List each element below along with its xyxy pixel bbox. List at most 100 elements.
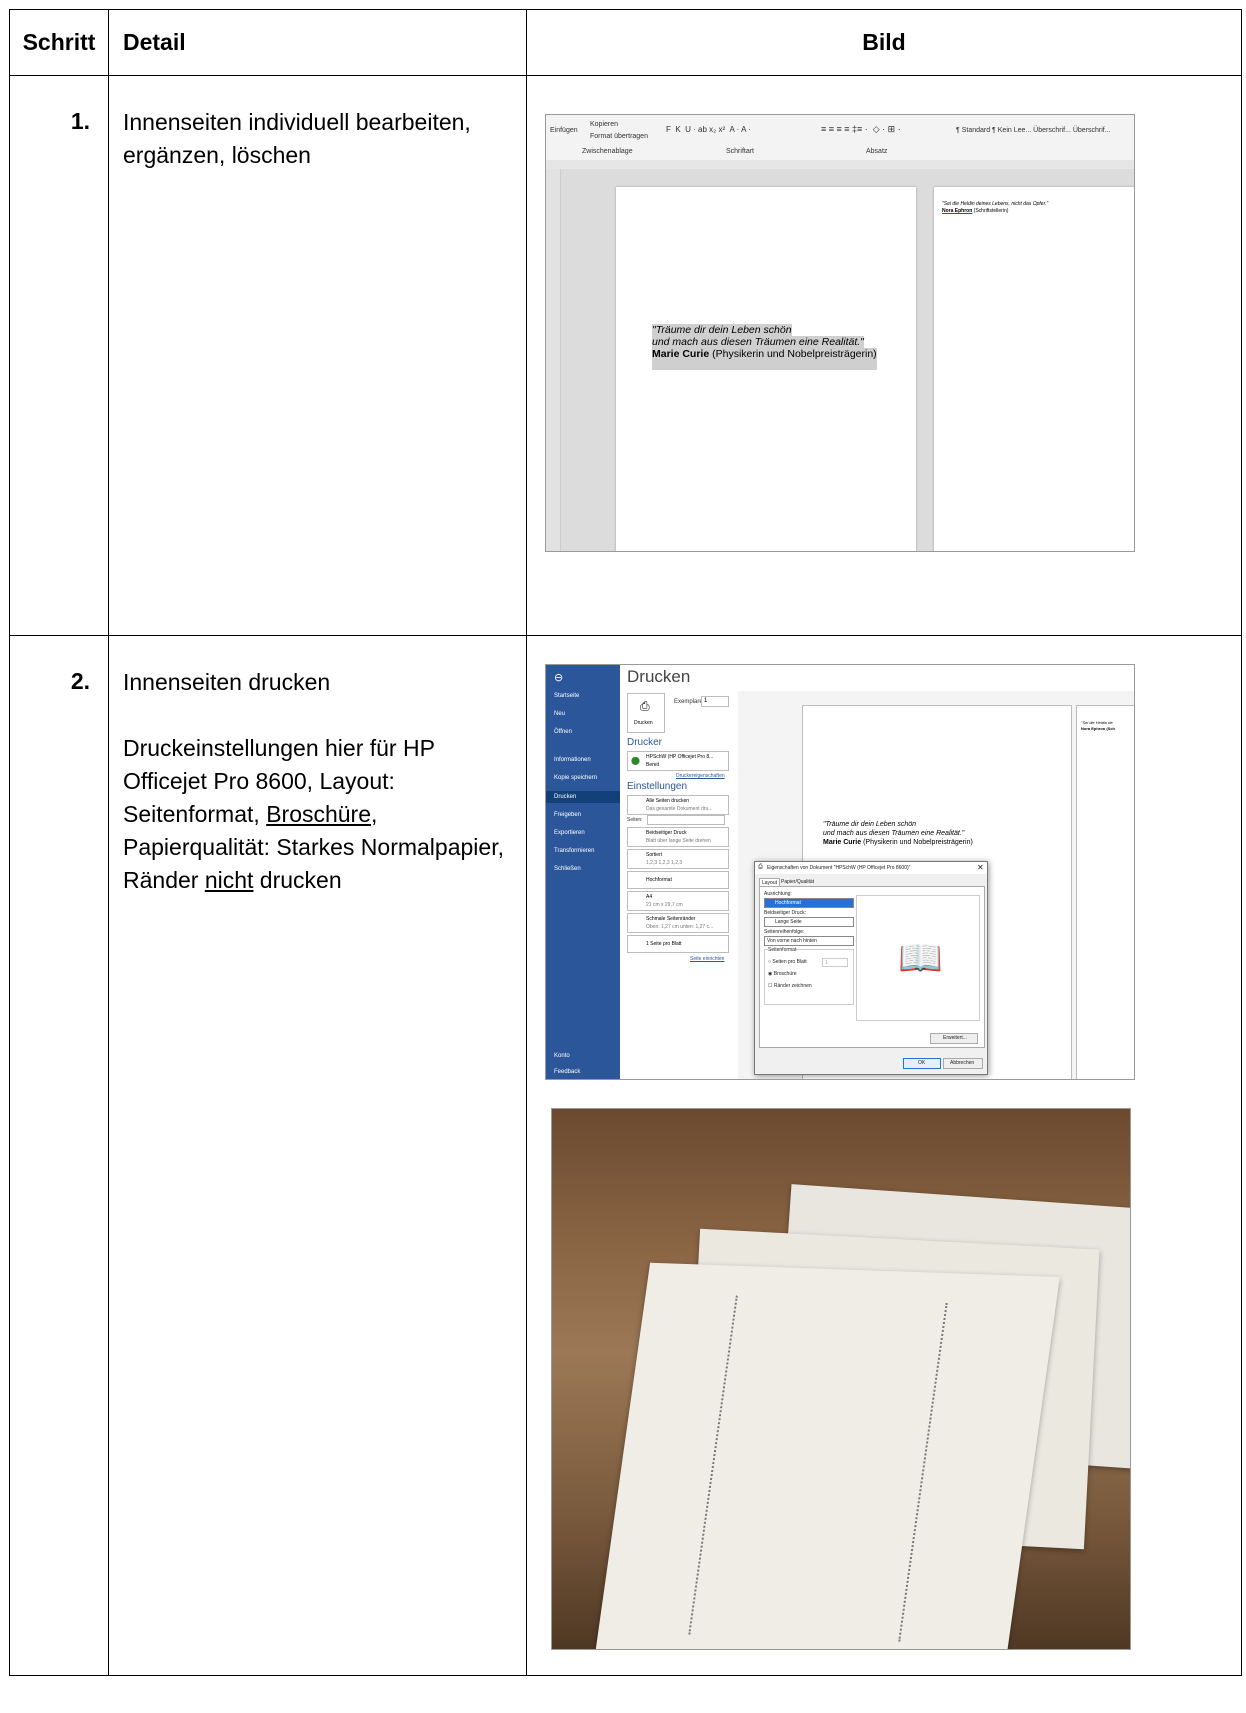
copies-input[interactable]: 1 xyxy=(701,696,729,707)
advanced-button[interactable]: Erweitert... xyxy=(930,1033,978,1044)
nav-konto[interactable]: Konto xyxy=(554,1053,570,1059)
align-icons: ≡ ≡ ≡ ≡ ‡≡ · ◇ · ⊞ · xyxy=(821,124,901,134)
print-button[interactable]: ⎙ Drucken xyxy=(627,693,665,733)
preview-right-author: Nora Ephron (Sch xyxy=(1081,726,1116,731)
ok-label: OK xyxy=(918,1060,926,1066)
copies-value: 1 xyxy=(704,698,708,704)
nav-feedback[interactable]: Feedback xyxy=(554,1069,580,1075)
cancel-button[interactable]: Abbrechen xyxy=(943,1058,983,1069)
dialog-title: Eigenschaften von Dokument "HPSchW (HP O… xyxy=(767,865,911,871)
page-setup-link[interactable]: Seite einrichten xyxy=(690,956,724,962)
duplex-select[interactable]: Lange Seite xyxy=(764,917,854,927)
header-detail: Detail xyxy=(108,9,527,76)
printer-header: Drucker xyxy=(627,737,663,748)
step-number-1: 1. xyxy=(9,75,109,636)
step-row-2: 2. Innenseiten drucken Druckeinstellunge… xyxy=(9,635,1242,1676)
styles-gallery: ¶ Standard ¶ Kein Lee... Überschrif... Ü… xyxy=(956,127,1111,134)
printer-properties-link[interactable]: Druckereigenschaften xyxy=(676,773,725,779)
step-detail-2: Innenseiten drucken Druckeinstellungen h… xyxy=(108,635,527,1676)
header-row: Schritt Detail Bild xyxy=(9,9,1242,76)
setting-pages-per-sheet[interactable]: 1 Seite pro Blatt xyxy=(627,935,729,953)
step-image-cell-1: Einfügen Kopieren Format übertragen Zwis… xyxy=(526,75,1242,636)
preview-page-right: "Sei die Heldin de Nora Ephron (Sch xyxy=(1076,705,1134,1079)
quote-line-1: "Träume dir dein Leben schön xyxy=(652,324,792,336)
quote-marie-curie: "Träume dir dein Leben schön und mach au… xyxy=(652,324,877,370)
format-painter-label: Format übertragen xyxy=(590,133,648,140)
horizontal-ruler xyxy=(546,160,1134,169)
fold-line-left xyxy=(688,1295,738,1635)
pages-per-sheet-select[interactable]: 1 xyxy=(822,958,848,967)
radio-pages-per-sheet[interactable]: ○ Seiten pro Blatt xyxy=(768,959,807,965)
print-button-label: Drucken xyxy=(634,720,653,726)
settings-text-c: drucken xyxy=(253,867,342,893)
document-area: "Träume dir dein Leben schön und mach au… xyxy=(561,169,1134,551)
setting-collate[interactable]: Sortiert 1,2,3 1,2,3 1,2,3 xyxy=(627,849,729,869)
nav-startseite[interactable]: Startseite xyxy=(554,693,579,699)
nav-schliessen[interactable]: Schließen xyxy=(554,866,581,872)
paragraph-group-label: Absatz xyxy=(866,148,888,155)
cancel-label: Abbrechen xyxy=(950,1060,975,1066)
pages-per-sheet-value: 1 xyxy=(825,960,828,966)
setting-sub: Das gesamte Dokument dru... xyxy=(646,806,713,812)
pages-input[interactable] xyxy=(647,815,725,825)
nav-informationen[interactable]: Informationen xyxy=(554,757,591,763)
printed-pages-photo xyxy=(551,1108,1131,1650)
back-icon[interactable]: ⊖ xyxy=(554,671,563,684)
printer-properties-dialog: ⎙ Eigenschaften von Dokument "HPSchW (HP… xyxy=(754,861,988,1075)
order-select[interactable]: Von vorne nach hinten xyxy=(764,936,854,946)
word-screenshot: Einfügen Kopieren Format übertragen Zwis… xyxy=(545,114,1135,552)
duplex-label: Beidseitiger Druck: xyxy=(764,910,806,916)
setting-orientation[interactable]: Hochformat xyxy=(627,871,729,889)
dialog-printer-icon: ⎙ xyxy=(758,864,763,870)
nav-exportieren[interactable]: Exportieren xyxy=(554,830,585,836)
backstage-nav: ⊖ Startseite Neu Öffnen Informationen Ko… xyxy=(546,665,620,1079)
orientation-value: Hochformat xyxy=(775,900,801,906)
pages-per-sheet-label: Seiten pro Blatt xyxy=(772,959,807,965)
tab-paper-quality[interactable]: Papier/Qualität xyxy=(781,879,814,885)
page-format-label: Seitenformat xyxy=(768,947,797,953)
nav-freigeben[interactable]: Freigeben xyxy=(554,812,581,818)
printer-select[interactable]: ⬤ HPSchW (HP Officejet Pro 8... Bereit xyxy=(627,751,729,771)
setting-margins[interactable]: Schmale Seitenränder Oben: 1,27 cm unten:… xyxy=(627,913,729,933)
nav-drucken[interactable]: Drucken xyxy=(546,791,620,803)
setting-label: Sortiert xyxy=(646,852,663,858)
settings-not: nicht xyxy=(204,867,254,893)
nav-neu[interactable]: Neu xyxy=(554,711,565,717)
nav-kopie-speichern[interactable]: Kopie speichern xyxy=(554,775,597,781)
step-detail-2-settings: Druckeinstellungen hier für HP Officejet… xyxy=(123,732,512,897)
dialog-close-icon[interactable]: ✕ xyxy=(977,863,984,872)
setting-sub: Oben: 1,27 cm unten: 1,27 c... xyxy=(646,924,714,930)
preview-line-2: und mach aus diesen Träumen eine Realitä… xyxy=(823,830,965,837)
orientation-select[interactable]: Hochformat xyxy=(764,898,854,908)
advanced-label: Erweitert... xyxy=(943,1035,967,1041)
setting-pages[interactable]: Alle Seiten drucken Das gesamte Dokument … xyxy=(627,795,729,815)
order-label: Seitenreihenfolge: xyxy=(764,929,805,935)
header-image: Bild xyxy=(526,9,1242,76)
font-bold-italic-icons: F K U · ab x₂ x² A · A · xyxy=(666,125,751,134)
dialog-panel: Ausrichtung: Hochformat Beidseitiger Dru… xyxy=(759,886,985,1048)
settings-header: Einstellungen xyxy=(627,781,688,792)
preview-right-quote: "Sei die Heldin de Nora Ephron (Sch xyxy=(1081,720,1115,732)
checkbox-draw-borders[interactable]: ☐ Ränder zeichnen xyxy=(768,983,812,989)
right-quote-line: "Sei die Heldin deines Lebens, nicht das… xyxy=(942,201,1049,207)
step-detail-1: Innenseiten individuell bearbeiten, ergä… xyxy=(108,75,527,636)
setting-label: A4 xyxy=(646,894,653,900)
word-ribbon: Einfügen Kopieren Format übertragen Zwis… xyxy=(546,115,1134,161)
vertical-ruler xyxy=(546,169,561,551)
nav-oeffnen[interactable]: Öffnen xyxy=(554,729,572,735)
steps-table: Schritt Detail Bild 1. Innenseiten indiv… xyxy=(9,9,1242,1676)
setting-label: 1 Seite pro Blatt xyxy=(646,941,682,947)
orientation-label: Ausrichtung: xyxy=(764,891,792,897)
radio-booklet[interactable]: ◉ Broschüre xyxy=(768,971,797,977)
nav-transformieren[interactable]: Transformieren xyxy=(554,848,594,854)
right-quote-role: (Schriftstellerin) xyxy=(972,208,1009,214)
booklet-icon: 📖 xyxy=(898,937,943,978)
setting-label: Beidseitiger Druck xyxy=(646,830,687,836)
ok-button[interactable]: OK xyxy=(903,1058,941,1069)
setting-label: Hochformat xyxy=(646,877,672,883)
quote-author-role: (Physikerin und Nobelpreisträgerin) xyxy=(709,348,877,360)
paper-sheet-front xyxy=(594,1262,1060,1649)
setting-paper-size[interactable]: A4 21 cm x 29,7 cm xyxy=(627,891,729,911)
header-step: Schritt xyxy=(9,9,109,76)
setting-duplex[interactable]: Beidseitiger Druck Blatt über lange Seite… xyxy=(627,827,729,847)
